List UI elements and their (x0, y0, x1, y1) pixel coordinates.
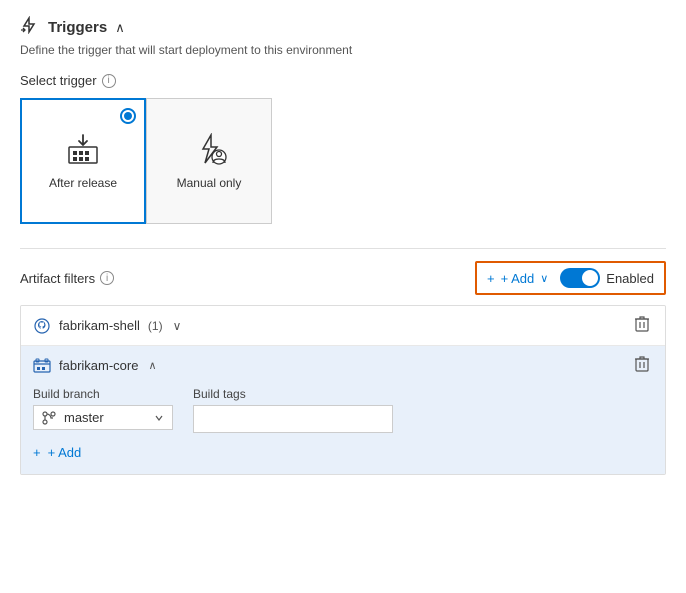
core-collapse-chevron[interactable]: ∧ (146, 359, 158, 372)
build-branch-select[interactable]: master (33, 405, 173, 430)
artifact-row-fabrikam-core: fabrikam-core ∧ Build b (21, 346, 665, 474)
after-release-label: After release (49, 176, 117, 190)
artifact-list: fabrikam-shell (1) ∨ (20, 305, 666, 475)
build-branch-field: Build branch master (33, 387, 173, 433)
artifact-label-group: Artifact filters i (20, 271, 114, 286)
core-form-row: Build branch master (33, 387, 653, 433)
build-icon (33, 357, 51, 375)
shell-delete-button[interactable] (631, 314, 653, 337)
artifact-filters-text: Artifact filters (20, 271, 95, 286)
toggle-thumb (582, 270, 598, 286)
select-trigger-label: Select trigger (20, 73, 97, 88)
build-branch-value: master (64, 410, 150, 425)
section-subtitle: Define the trigger that will start deplo… (20, 43, 666, 57)
triggers-icon (20, 16, 40, 39)
core-artifact-name: fabrikam-core (59, 358, 138, 373)
add-filter-row-button[interactable]: + + Add (33, 443, 81, 462)
shell-artifact-name: fabrikam-shell (59, 318, 140, 333)
toggle-track (560, 268, 600, 288)
section-title: Triggers (48, 19, 107, 36)
shell-expand-chevron[interactable]: ∨ (171, 319, 184, 333)
select-trigger-row: Select trigger i (20, 73, 666, 88)
add-artifact-button[interactable]: + + Add ∨ (487, 271, 548, 286)
build-branch-label: Build branch (33, 387, 173, 401)
artifact-row-fabrikam-shell: fabrikam-shell (1) ∨ (21, 306, 665, 346)
build-tags-input[interactable] (193, 405, 393, 433)
section-header: Triggers ∧ (20, 16, 666, 39)
branch-select-chevron-icon (154, 413, 164, 423)
add-row-plus-icon: + (33, 445, 41, 460)
artifact-filters-header: Artifact filters i + + Add ∨ Enabled (20, 261, 666, 295)
radio-after-release (120, 108, 136, 124)
trigger-card-after-release[interactable]: After release (20, 98, 146, 224)
add-row-label: + Add (48, 445, 82, 460)
build-tags-label: Build tags (193, 387, 393, 401)
manual-only-label: Manual only (177, 176, 242, 190)
add-enabled-group: + + Add ∨ Enabled (475, 261, 666, 295)
core-expand-content: Build branch master (33, 377, 653, 466)
main-container: Triggers ∧ Define the trigger that will … (0, 0, 686, 491)
shell-artifact-count: (1) (148, 319, 163, 333)
trigger-card-manual-only[interactable]: Manual only (146, 98, 272, 224)
artifact-core-header: fabrikam-core ∧ (33, 354, 653, 377)
add-label: + Add (501, 271, 535, 286)
github-icon (33, 317, 51, 335)
select-trigger-info-icon[interactable]: i (102, 74, 116, 88)
manual-only-icon (191, 133, 227, 168)
build-tags-field: Build tags (193, 387, 393, 433)
plus-icon: + (487, 271, 495, 286)
after-release-icon (65, 133, 101, 168)
trigger-cards-container: After release Manual only (20, 98, 666, 224)
artifact-filters-info-icon[interactable]: i (100, 271, 114, 285)
collapse-icon[interactable]: ∧ (115, 20, 125, 36)
add-chevron-icon: ∨ (540, 272, 548, 285)
section-divider (20, 248, 666, 249)
enabled-toggle[interactable]: Enabled (560, 268, 654, 288)
branch-icon (42, 411, 56, 425)
toggle-label: Enabled (606, 271, 654, 286)
artifact-row-main-shell: fabrikam-shell (1) ∨ (33, 317, 183, 335)
core-delete-button[interactable] (631, 354, 653, 377)
artifact-row-main-core: fabrikam-core ∧ (33, 357, 159, 375)
